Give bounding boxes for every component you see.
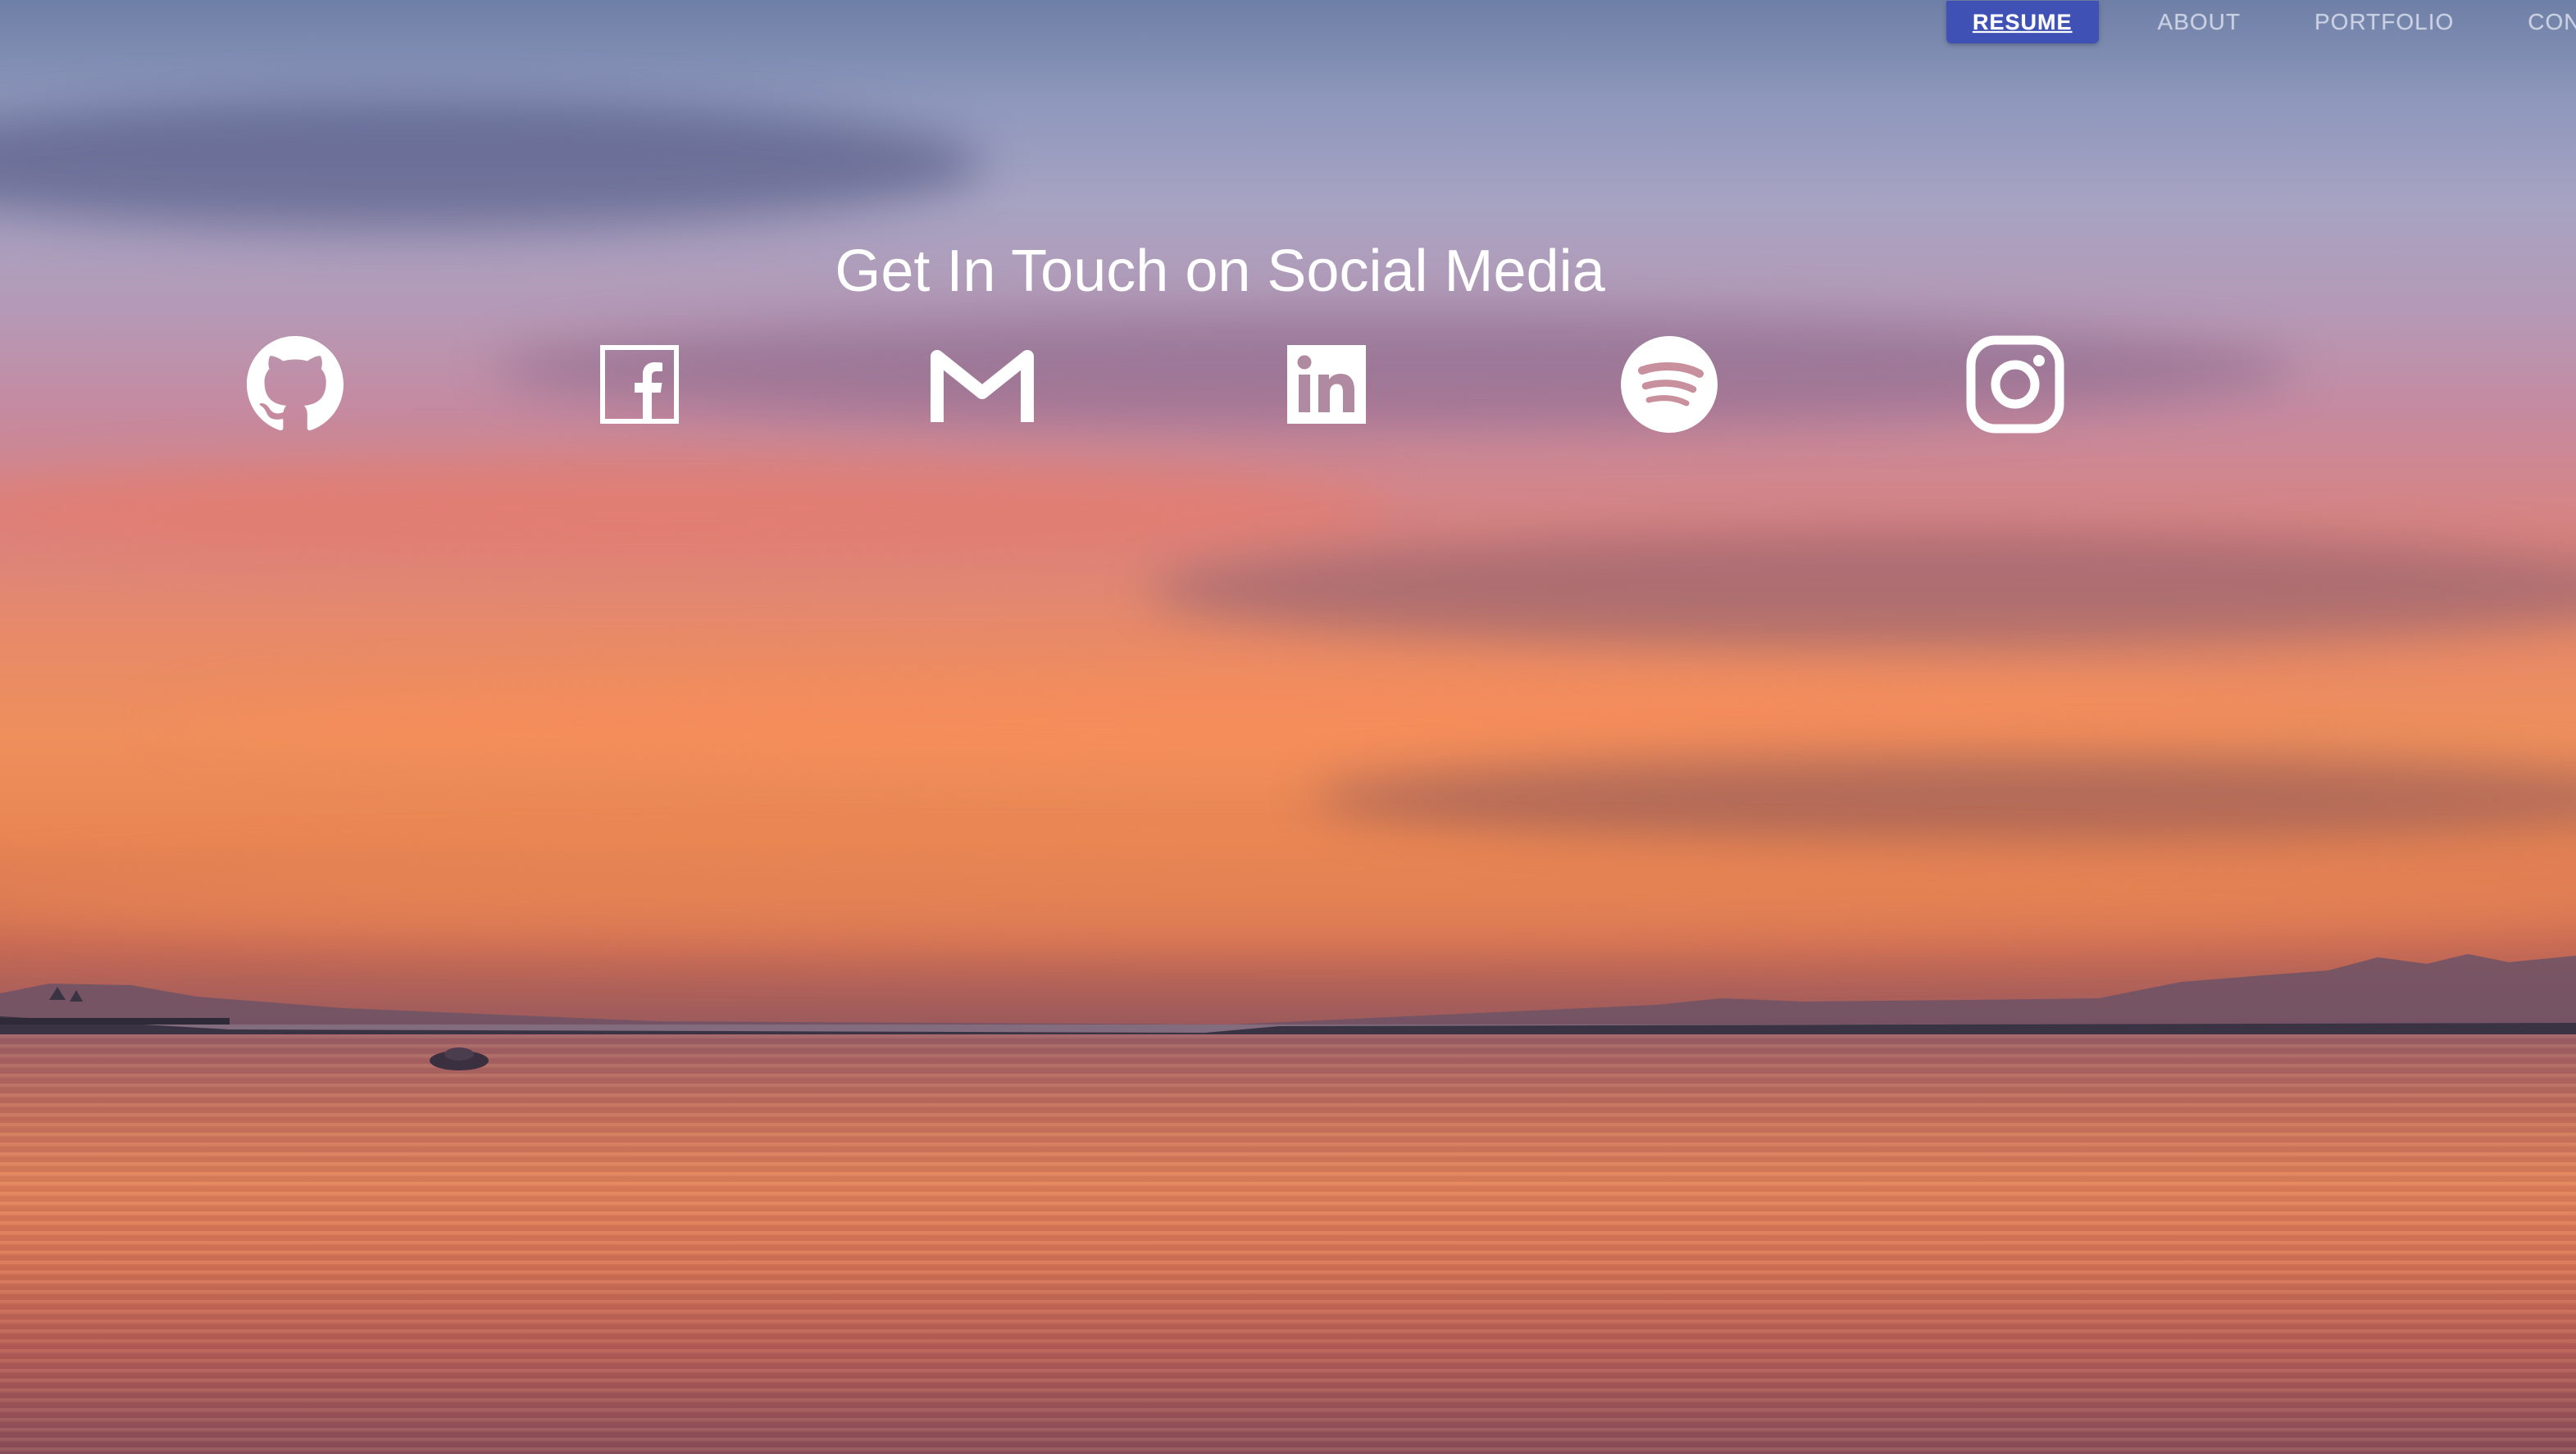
facebook-link[interactable] — [586, 331, 693, 438]
top-navigation: RESUME ABOUT PORTFOLIO CON — [1946, 0, 2576, 44]
gmail-icon — [931, 350, 1034, 422]
spotify-link[interactable] — [1616, 331, 1723, 438]
linkedin-icon — [1287, 345, 1366, 424]
page: RESUME ABOUT PORTFOLIO CON Get In Touch … — [0, 0, 2576, 1454]
social-links — [0, 331, 2576, 438]
instagram-link[interactable] — [1962, 331, 2069, 438]
mountain-silhouette — [0, 954, 2576, 1041]
sunset-sky-background — [0, 0, 2576, 1025]
spotify-icon — [1621, 336, 1718, 433]
gmail-link[interactable] — [929, 331, 1035, 438]
nav-portfolio-link[interactable]: PORTFOLIO — [2314, 9, 2454, 35]
facebook-icon — [600, 345, 679, 424]
nav-contact-link[interactable]: CON — [2528, 9, 2576, 35]
water-ripples — [0, 1034, 2576, 1454]
github-link[interactable] — [242, 331, 348, 438]
contact-heading: Get In Touch on Social Media — [835, 239, 1605, 304]
boat-silhouette — [430, 1047, 489, 1070]
nav-about-link[interactable]: ABOUT — [2158, 9, 2241, 35]
github-icon — [247, 336, 344, 431]
instagram-icon — [1966, 335, 2064, 434]
nav-resume-link[interactable]: RESUME — [1946, 1, 2099, 43]
linkedin-link[interactable] — [1273, 331, 1380, 438]
